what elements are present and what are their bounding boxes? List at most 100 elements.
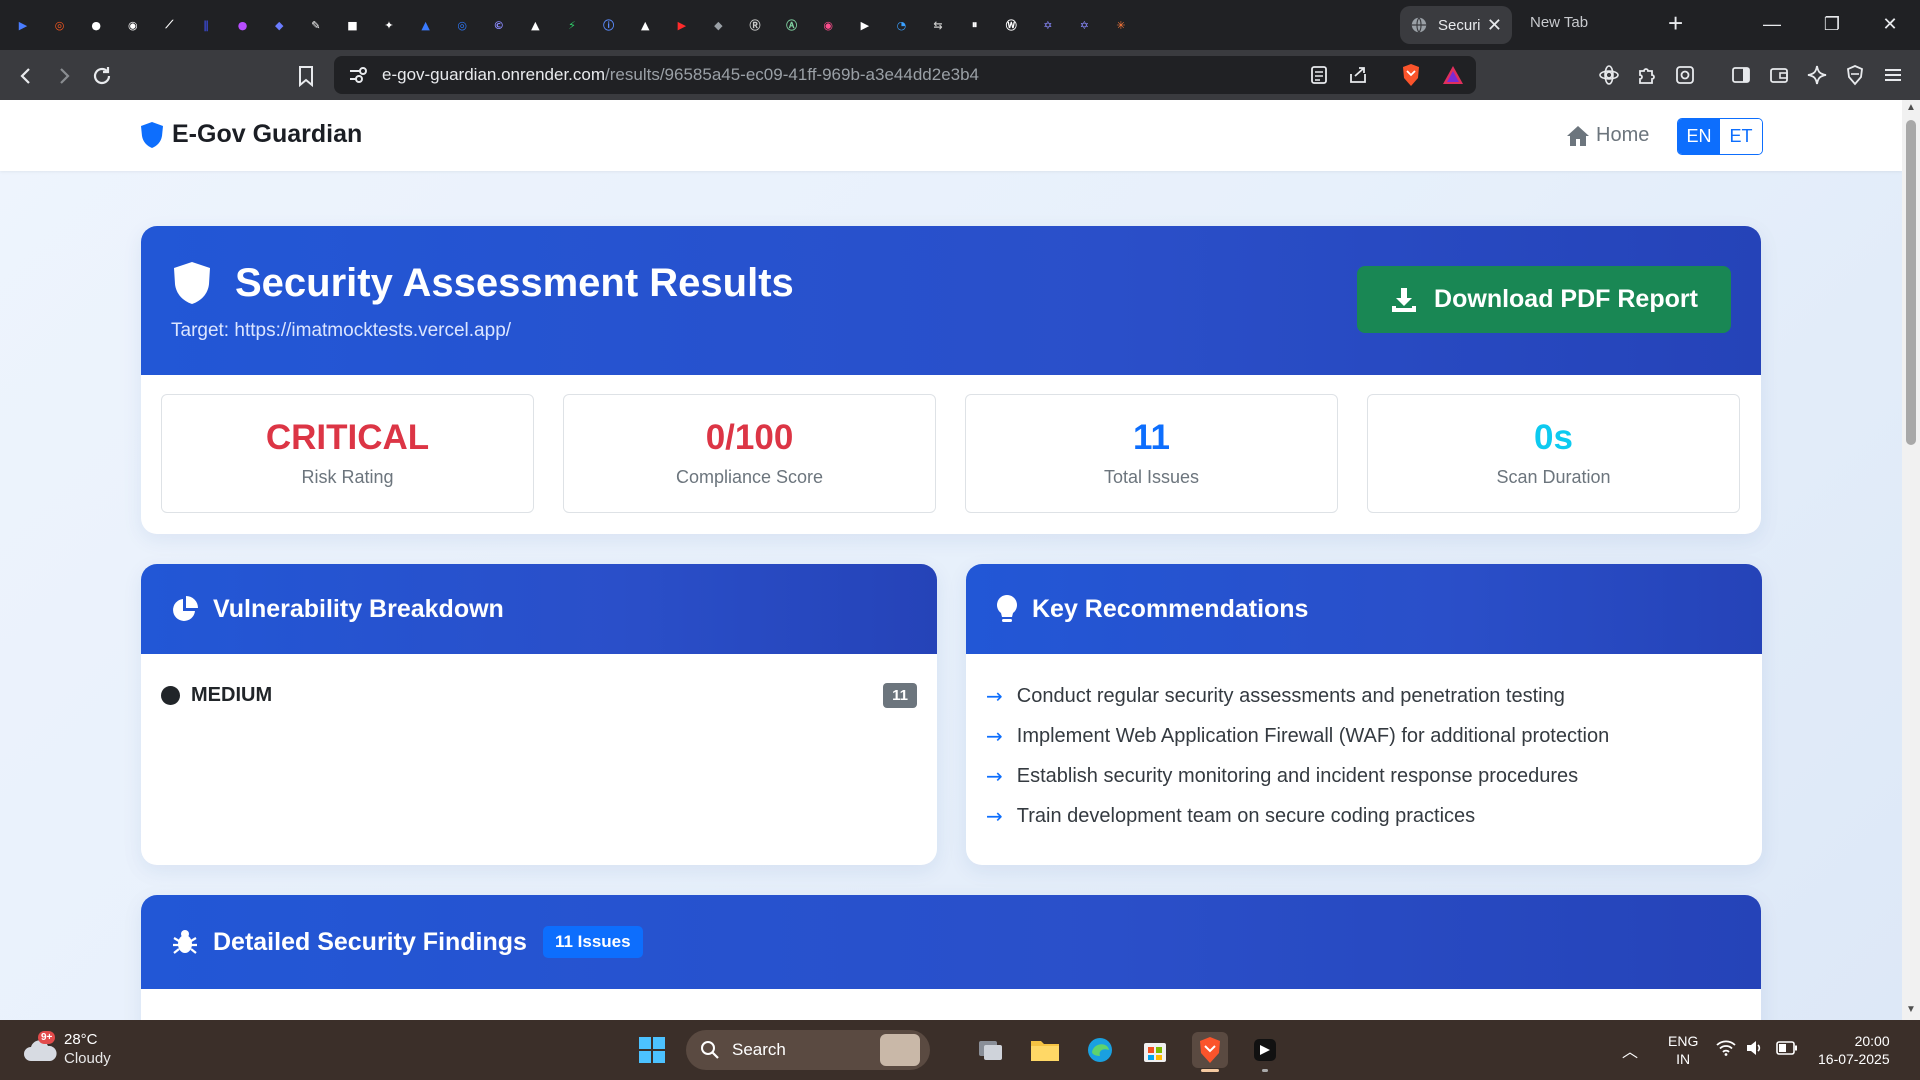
site-settings-icon[interactable]	[348, 66, 368, 84]
volume-icon[interactable]	[1746, 1040, 1764, 1059]
edge-icon[interactable]	[1082, 1032, 1118, 1068]
pinned-tab-1[interactable]: ▶	[6, 8, 40, 42]
wifi-icon[interactable]	[1716, 1040, 1736, 1059]
reload-icon	[93, 67, 111, 85]
pinned-tab-24[interactable]: ▶	[848, 8, 882, 42]
pinned-tab-7[interactable]: ●	[226, 8, 260, 42]
findings-header: Detailed Security Findings 11 Issues	[141, 895, 1761, 989]
page-viewport: E-Gov Guardian Home EN ET Security Asses…	[0, 100, 1902, 1020]
pinned-tab-31[interactable]: ✳	[1104, 8, 1138, 42]
screenshot-icon[interactable]	[1672, 62, 1698, 88]
pinned-tab-9[interactable]: ✎	[299, 8, 333, 42]
scroll-down-icon[interactable]: ▼	[1905, 1004, 1917, 1015]
region-code: IN	[1676, 1051, 1691, 1067]
cursor-app-icon[interactable]	[1247, 1032, 1283, 1072]
pinned-tab-30[interactable]: ✡	[1067, 8, 1101, 42]
pinned-tab-8[interactable]: ◆	[262, 8, 296, 42]
search-highlight-image	[880, 1034, 920, 1066]
pinned-tab-4[interactable]: ◉	[116, 8, 150, 42]
brand-logo[interactable]: E-Gov Guardian	[140, 120, 362, 149]
share-icon[interactable]	[1348, 65, 1368, 85]
new-tab-button[interactable]: +	[1668, 8, 1683, 39]
input-language[interactable]: ENG IN	[1668, 1032, 1698, 1068]
reload-button[interactable]	[86, 60, 118, 92]
chevron-up-icon[interactable]: ︿	[1622, 1038, 1638, 1062]
issues-count-badge: 11 Issues	[542, 926, 643, 958]
vulnerability-title: Vulnerability Breakdown	[213, 594, 504, 623]
tab-close-icon[interactable]: ✕	[1487, 15, 1502, 36]
minimize-button[interactable]: —	[1752, 8, 1792, 40]
lang-et-button[interactable]: ET	[1720, 119, 1762, 154]
task-view-icon[interactable]	[973, 1032, 1009, 1068]
pinned-tab-10[interactable]: ■	[335, 8, 369, 42]
target-label: Target:	[171, 320, 230, 341]
pinned-tab-5[interactable]: ⟋	[152, 8, 186, 42]
leo-ai-icon[interactable]	[1596, 62, 1622, 88]
brave-shields-icon[interactable]	[1400, 63, 1422, 87]
pinned-tab-29[interactable]: ✡	[1031, 8, 1065, 42]
reader-mode-icon[interactable]	[1310, 65, 1328, 85]
pinned-tab-11[interactable]: ✦	[372, 8, 406, 42]
pinned-tab-6[interactable]: ∥	[189, 8, 223, 42]
scroll-up-icon[interactable]: ▲	[1905, 102, 1917, 113]
play-circle-icon: ▶	[860, 18, 870, 32]
pinned-tab-22[interactable]: Ⓐ	[775, 8, 809, 42]
active-tab[interactable]: Securi ✕	[1400, 6, 1512, 44]
restore-button[interactable]: ❐	[1812, 8, 1852, 40]
pinned-tab-18[interactable]: ▲	[628, 8, 662, 42]
extensions-icon[interactable]	[1634, 62, 1660, 88]
vpn-shield-icon[interactable]	[1842, 62, 1868, 88]
pinned-tab-28[interactable]: Ⓦ	[994, 8, 1028, 42]
pinned-tab-23[interactable]: ◉	[811, 8, 845, 42]
asterisk-icon: ✳	[1116, 18, 1126, 32]
pinned-tab-2[interactable]: ◎	[43, 8, 77, 42]
file-explorer-icon[interactable]	[1027, 1032, 1063, 1068]
close-window-button[interactable]: ✕	[1870, 8, 1910, 40]
pinned-tab-20[interactable]: ◆	[701, 8, 735, 42]
pinned-tab-27[interactable]: ⏸	[958, 8, 992, 42]
sidebar-toggle-icon[interactable]	[1728, 62, 1754, 88]
pinned-tab-26[interactable]: ⇆	[921, 8, 955, 42]
start-button[interactable]	[638, 1036, 666, 1069]
page-scrollbar[interactable]: ▲ ▼	[1902, 100, 1920, 1020]
pie-chart-icon	[173, 596, 198, 621]
shield-icon	[141, 121, 163, 148]
taskbar-search[interactable]: Search	[686, 1030, 930, 1070]
brave-browser-icon[interactable]	[1192, 1032, 1228, 1072]
pinned-tab-14[interactable]: ©	[482, 8, 516, 42]
back-arrow-icon	[20, 68, 30, 84]
pinned-tab-17[interactable]: ⓘ	[592, 8, 626, 42]
pinned-tab-25[interactable]: ◔	[884, 8, 918, 42]
download-pdf-button[interactable]: Download PDF Report	[1357, 266, 1731, 333]
lang-en-button[interactable]: EN	[1678, 119, 1720, 154]
play-arrow-icon: ▶	[18, 18, 28, 32]
brave-rewards-icon[interactable]	[1442, 65, 1464, 85]
pinned-tab-15[interactable]: ▲	[518, 8, 552, 42]
pinned-tab-13[interactable]: ◎	[445, 8, 479, 42]
weather-widget[interactable]: 9+ 28°C Cloudy	[22, 1030, 111, 1068]
forward-button[interactable]	[48, 60, 80, 92]
arrows-circle-icon: ⇆	[933, 18, 943, 32]
system-clock[interactable]: 20:00 16-07-2025	[1818, 1032, 1890, 1068]
pinned-tab-19[interactable]: ▶	[665, 8, 699, 42]
pinned-tab-21[interactable]: Ⓡ	[738, 8, 772, 42]
bookmark-button[interactable]	[290, 60, 322, 92]
bug-icon	[173, 930, 197, 954]
results-header: Security Assessment Results Target: http…	[141, 226, 1761, 375]
recommendations-header: Key Recommendations	[966, 564, 1762, 654]
menu-icon[interactable]	[1880, 62, 1906, 88]
pinned-tab-16[interactable]: ⚡	[555, 8, 589, 42]
sparkle-ai-icon[interactable]	[1804, 62, 1830, 88]
pinned-tab-12[interactable]: ▲	[409, 8, 443, 42]
wallet-icon[interactable]	[1766, 62, 1792, 88]
tab-new-tab[interactable]: New Tab	[1530, 14, 1588, 31]
scrollbar-thumb[interactable]	[1906, 120, 1916, 445]
back-button[interactable]	[10, 60, 42, 92]
pinned-tab-3[interactable]: ●	[79, 8, 113, 42]
page-title-text: Security Assessment Results	[235, 260, 794, 305]
lightbulb-icon	[997, 595, 1017, 622]
address-bar[interactable]: e-gov-guardian.onrender.com/results/9658…	[334, 56, 1476, 94]
home-link[interactable]: Home	[1566, 124, 1649, 147]
microsoft-store-icon[interactable]	[1137, 1032, 1173, 1068]
battery-icon[interactable]	[1776, 1041, 1798, 1058]
